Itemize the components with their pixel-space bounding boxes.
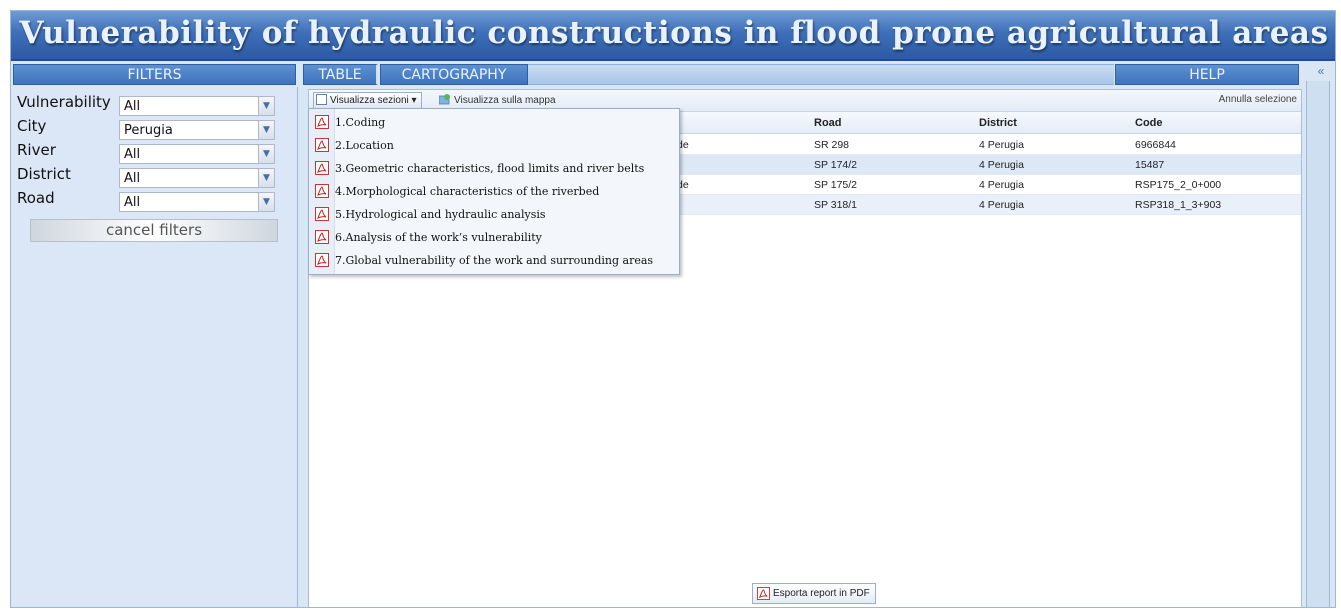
cell-code: RSP175_2_0+000: [1135, 179, 1222, 191]
cell-district: 4 Perugia: [979, 159, 1024, 171]
pdf-icon: [315, 138, 329, 152]
menu-item-vulnerability-analysis[interactable]: 6.Analysis of the work’s vulnerability: [309, 227, 679, 250]
district-select[interactable]: All ▼: [119, 168, 275, 188]
filter-row-vulnerability: Vulnerability All ▼: [11, 93, 298, 117]
export-pdf-label: Esporta report in PDF: [773, 588, 870, 599]
select-value: Perugia: [124, 123, 173, 138]
filter-label: Road: [17, 189, 55, 207]
cell-road: SR 298: [814, 139, 850, 151]
collapse-panel-icon[interactable]: «: [1314, 63, 1328, 79]
menu-item-label: 5.Hydrological and hydraulic analysis: [335, 208, 546, 221]
chevron-down-icon[interactable]: ▼: [258, 121, 274, 139]
show-on-map-link[interactable]: Visualizza sulla mappa: [439, 94, 556, 106]
clear-selection-link[interactable]: Annulla selezione: [1219, 94, 1297, 105]
cell-district: 4 Perugia: [979, 179, 1024, 191]
city-select[interactable]: Perugia ▼: [119, 120, 275, 140]
tab-table[interactable]: TABLE: [303, 64, 378, 85]
show-on-map-label: Visualizza sulla mappa: [454, 95, 556, 106]
menu-item-global-vulnerability[interactable]: 7.Global vulnerability of the work and s…: [309, 250, 679, 273]
right-side-rail: [1306, 81, 1330, 607]
menu-item-location[interactable]: 2.Location: [309, 135, 679, 158]
filter-label: City: [17, 117, 47, 135]
sections-dropdown-menu: 1.Coding 2.Location 3.Geometric characte…: [308, 108, 680, 275]
chevron-down-icon[interactable]: ▼: [258, 97, 274, 115]
menu-item-hydrological-analysis[interactable]: 5.Hydrological and hydraulic analysis: [309, 204, 679, 227]
vulnerability-select[interactable]: All ▼: [119, 96, 275, 116]
menu-item-label: 7.Global vulnerability of the work and s…: [335, 254, 654, 267]
map-icon: [439, 94, 450, 105]
filter-row-city: City Perugia ▼: [11, 117, 298, 141]
menu-item-label: 4.Morphological characteristics of the r…: [335, 185, 600, 198]
menu-item-label: 1.Coding: [335, 116, 386, 129]
cell-district: 4 Perugia: [979, 139, 1024, 151]
cell-road: SP 318/1: [814, 199, 858, 211]
filter-row-road: Road All ▼: [11, 189, 298, 213]
select-all-checkbox[interactable]: [316, 94, 327, 105]
cell-road: SP 174/2: [814, 159, 858, 171]
filter-label: Vulnerability: [17, 93, 111, 111]
select-value: All: [124, 147, 141, 162]
cell-road: SP 175/2: [814, 179, 858, 191]
filter-label: River: [17, 141, 56, 159]
column-header-road[interactable]: Road: [814, 117, 842, 129]
dropdown-arrow-icon: ▾: [408, 95, 417, 106]
select-value: All: [124, 99, 141, 114]
app-title: Vulnerability of hydraulic constructions…: [19, 15, 1329, 51]
menu-item-morphological-characteristics[interactable]: 4.Morphological characteristics of the r…: [309, 181, 679, 204]
column-header-district[interactable]: District: [979, 117, 1017, 129]
river-select[interactable]: All ▼: [119, 144, 275, 164]
filters-panel: Vulnerability All ▼ City Perugia ▼ River…: [11, 87, 298, 607]
menu-item-label: 2.Location: [335, 139, 394, 152]
pdf-icon: [315, 207, 329, 221]
cell-district: 4 Perugia: [979, 199, 1024, 211]
export-pdf-button[interactable]: Esporta report in PDF: [752, 583, 876, 604]
filter-label: District: [17, 165, 71, 183]
sections-menu-button[interactable]: Visualizza sezioni ▾: [313, 92, 422, 109]
filter-row-district: District All ▼: [11, 165, 298, 189]
cell-code: 15487: [1135, 159, 1165, 171]
chevron-down-icon[interactable]: ▼: [258, 145, 274, 163]
pdf-icon: [315, 230, 329, 244]
chevron-down-icon[interactable]: ▼: [258, 193, 274, 211]
app-window: Vulnerability of hydraulic constructions…: [10, 10, 1336, 608]
sections-button-label: Visualizza sezioni: [330, 95, 409, 106]
road-select[interactable]: All ▼: [119, 192, 275, 212]
select-value: All: [124, 171, 141, 186]
menu-item-label: 6.Analysis of the work’s vulnerability: [335, 231, 542, 244]
tab-filters[interactable]: FILTERS: [13, 64, 296, 85]
menu-item-geometric-characteristics[interactable]: 3.Geometric characteristics, flood limit…: [309, 158, 679, 181]
tab-strip-spacer: [528, 64, 1114, 85]
pdf-icon: [315, 161, 329, 175]
chevron-down-icon[interactable]: ▼: [258, 169, 274, 187]
menu-item-coding[interactable]: 1.Coding: [309, 112, 679, 135]
cell-code: RSP318_1_3+903: [1135, 199, 1222, 211]
pdf-icon: [315, 184, 329, 198]
tab-help[interactable]: HELP: [1115, 64, 1299, 85]
tab-cartography[interactable]: CARTOGRAPHY: [380, 64, 528, 85]
header-banner: Vulnerability of hydraulic constructions…: [11, 11, 1335, 61]
pdf-icon: [315, 115, 329, 129]
column-header-code[interactable]: Code: [1135, 117, 1163, 129]
cell-code: 6966844: [1135, 139, 1176, 151]
pdf-icon: [315, 253, 329, 267]
select-value: All: [124, 195, 141, 210]
menu-item-label: 3.Geometric characteristics, flood limit…: [335, 162, 645, 175]
pdf-icon: [757, 587, 770, 600]
filter-row-river: River All ▼: [11, 141, 298, 165]
cancel-filters-button[interactable]: cancel filters: [30, 219, 278, 242]
